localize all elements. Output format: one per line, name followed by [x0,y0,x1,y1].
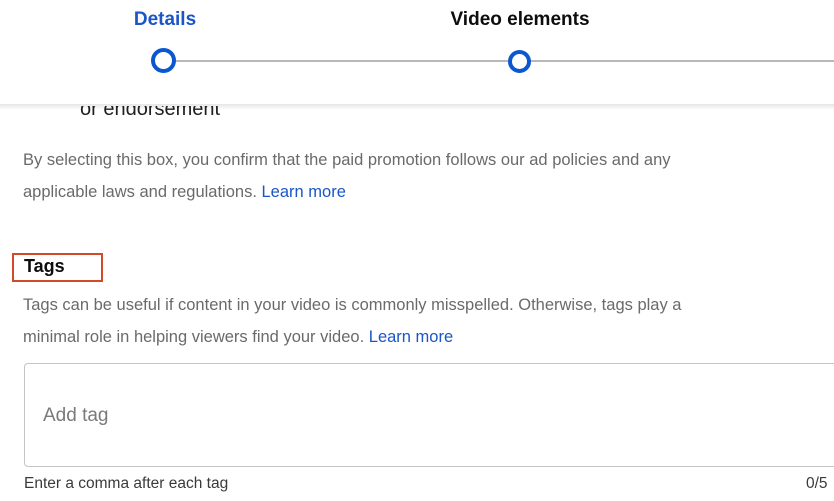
tag-counter: 0/5 [806,475,828,492]
tag-input[interactable] [43,402,743,430]
step-video-elements-indicator-icon[interactable] [508,50,531,73]
stepper-connector-line [530,60,834,62]
tags-description-line: minimal role in helping viewers find you… [23,321,834,353]
step-video-elements-label[interactable]: Video elements [450,9,589,31]
step-details-indicator-icon[interactable] [151,48,176,73]
paid-promotion-learn-more-link[interactable]: Learn more [262,183,346,201]
paid-promotion-description: By selecting this box, you confirm that … [23,144,834,208]
upload-stepper: Details Video elements [0,0,834,106]
tags-description-text: minimal role in helping viewers find you… [23,328,365,346]
step-details-label[interactable]: Details [134,9,196,31]
stepper-connector-line [176,60,508,62]
tags-section-title: Tags [24,256,65,276]
paid-promotion-description-line: applicable laws and regulations. Learn m… [23,176,834,208]
tags-learn-more-link[interactable]: Learn more [369,328,453,346]
tags-description: Tags can be useful if content in your vi… [23,289,834,353]
tag-input-container[interactable] [24,363,834,467]
paid-promotion-description-text: applicable laws and regulations. [23,183,257,201]
stepper-shadow-divider [0,104,834,110]
tag-input-hint: Enter a comma after each tag [24,475,229,492]
tags-description-line: Tags can be useful if content in your vi… [23,296,682,314]
upload-details-page: Details Video elements or endorsement By… [0,0,834,501]
paid-promotion-description-line: By selecting this box, you confirm that … [23,151,671,169]
